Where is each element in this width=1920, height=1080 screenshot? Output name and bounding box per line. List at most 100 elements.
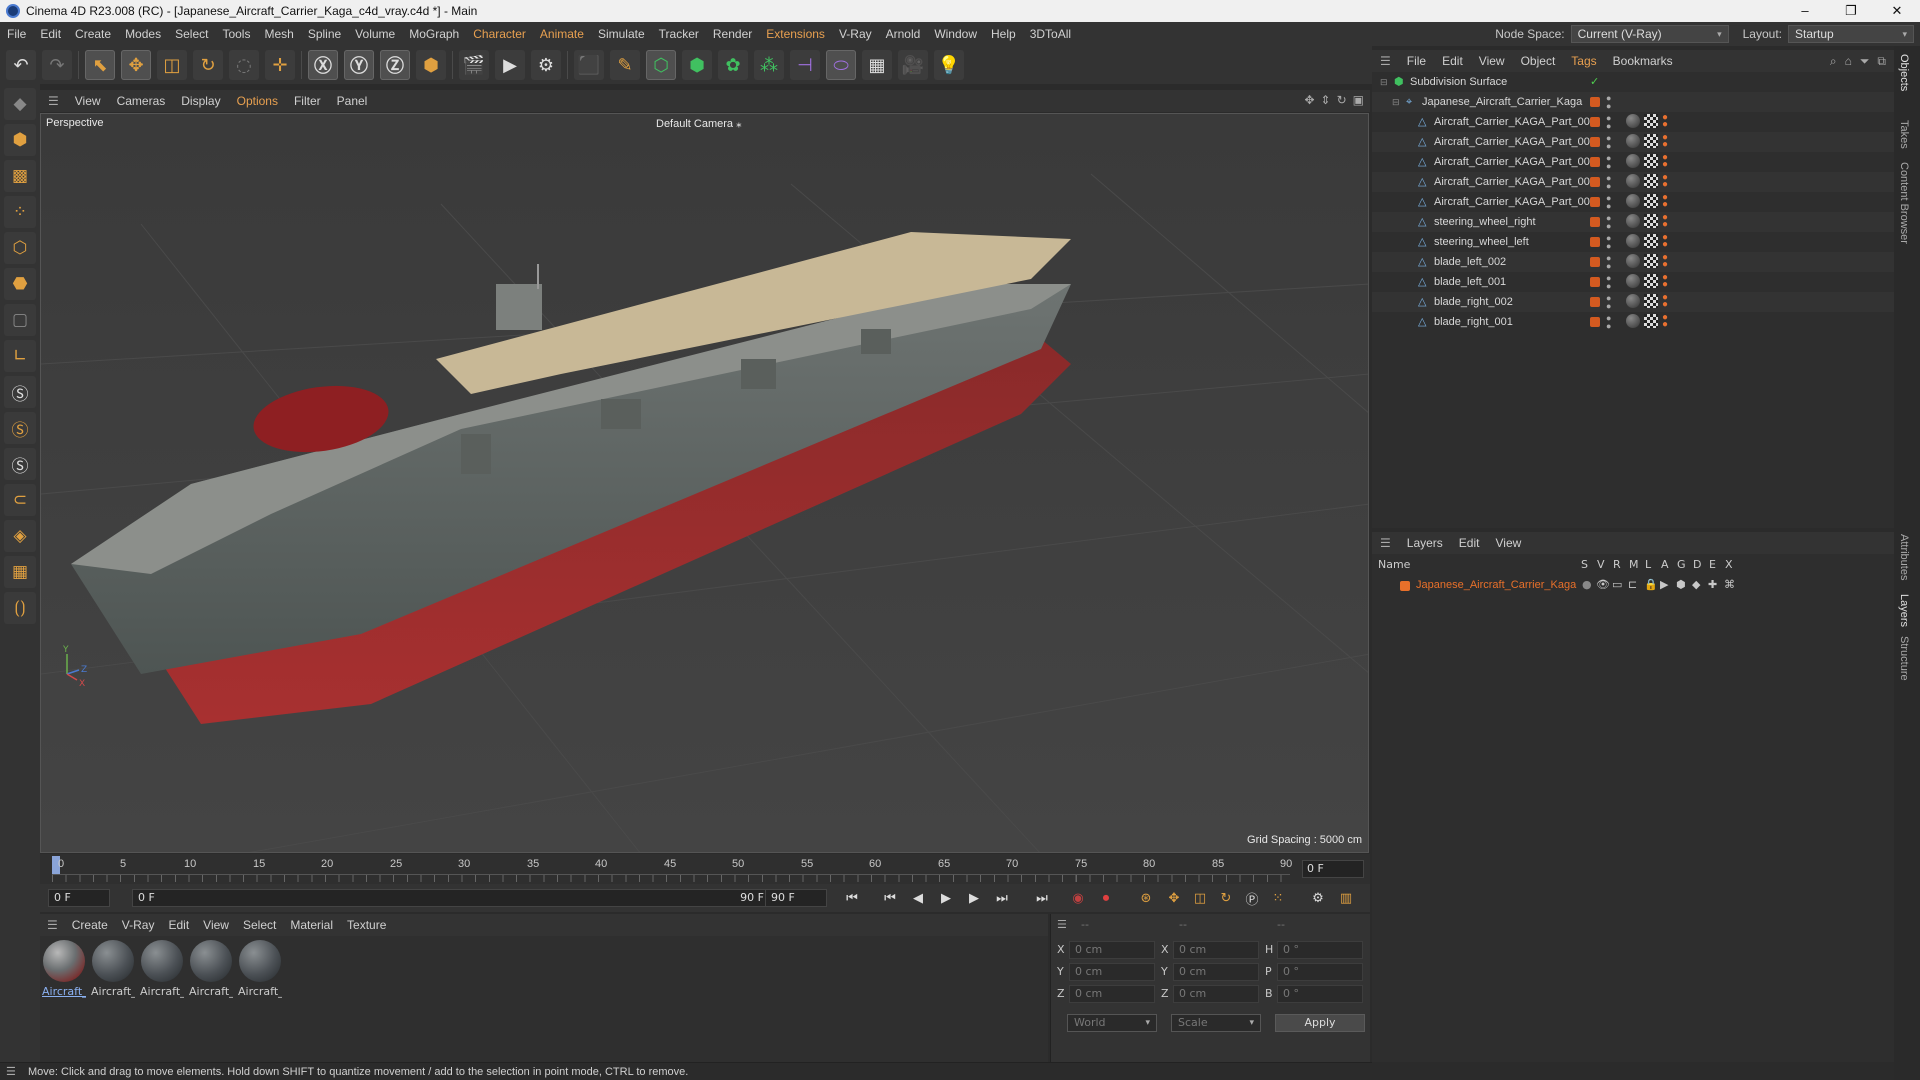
material-menu-texture[interactable]: Texture	[340, 918, 393, 932]
coordinate-system-icon[interactable]: ⬢	[416, 50, 446, 80]
menu-window[interactable]: Window	[927, 27, 984, 41]
material-tag-icon[interactable]	[1626, 234, 1640, 248]
previous-frame-icon[interactable]: ◀	[906, 887, 930, 909]
minimize-button[interactable]: –	[1782, 0, 1828, 22]
object-row[interactable]: △ Aircraft_Carrier_KAGA_Part_002 ● ● ● ●	[1372, 192, 1894, 212]
selection-tag-icon[interactable]: ● ●	[1662, 233, 1672, 250]
menu-tracker[interactable]: Tracker	[652, 27, 706, 41]
end-frame-field[interactable]: 90 F	[765, 889, 827, 907]
texture-tag-icon[interactable]	[1644, 214, 1658, 228]
rot-b-field[interactable]: 0 °	[1277, 985, 1363, 1003]
rot-h-field[interactable]: 0 °	[1277, 941, 1363, 959]
layer-color-tag[interactable]	[1590, 297, 1600, 307]
visibility-dots-icon[interactable]: ● ●	[1606, 134, 1611, 151]
om-menu-bookmarks[interactable]: Bookmarks	[1605, 54, 1681, 68]
menu-create[interactable]: Create	[68, 27, 118, 41]
material-tag-icon[interactable]	[1626, 134, 1640, 148]
enabled-check-icon[interactable]: ✓	[1590, 72, 1599, 92]
object-row[interactable]: △ steering_wheel_right ● ● ● ●	[1372, 212, 1894, 232]
tab-objects[interactable]: Objects	[1898, 54, 1910, 91]
menu-3dtoall[interactable]: 3DToAll	[1023, 27, 1078, 41]
viewport-menu-options[interactable]: Options	[229, 94, 286, 108]
workplane-icon[interactable]: ◈	[4, 520, 36, 552]
material-tag-icon[interactable]	[1626, 214, 1640, 228]
layer-color-tag[interactable]	[1590, 277, 1600, 287]
x-axis-icon[interactable]: Ⓧ	[308, 50, 338, 80]
material-menu-select[interactable]: Select	[236, 918, 283, 932]
material-tag-icon[interactable]	[1626, 294, 1640, 308]
om-menu-object[interactable]: Object	[1513, 54, 1564, 68]
snap-icon[interactable]: Ⓢ	[4, 376, 36, 408]
layer-color-tag[interactable]	[1590, 177, 1600, 187]
autokey-icon[interactable]: ⏺	[1094, 887, 1118, 909]
object-row[interactable]: △ blade_right_001 ● ● ● ●	[1372, 312, 1894, 332]
texture-tag-icon[interactable]	[1644, 254, 1658, 268]
hamburger-icon[interactable]: ☰	[1057, 918, 1067, 931]
layer-color-tag[interactable]	[1590, 97, 1600, 107]
visibility-dots-icon[interactable]: ● ●	[1606, 214, 1611, 231]
material-menu-view[interactable]: View	[196, 918, 236, 932]
size-z-field[interactable]: 0 cm	[1173, 985, 1259, 1003]
hamburger-icon[interactable]: ☰	[1372, 536, 1399, 550]
expressions-icon[interactable]: ✚	[1708, 578, 1717, 591]
material-swatch[interactable]: Aircraft_	[140, 940, 184, 998]
selection-tag-icon[interactable]: ● ●	[1662, 153, 1672, 170]
material-tag-icon[interactable]	[1626, 174, 1640, 188]
play-icon[interactable]: ▶	[934, 887, 958, 909]
layer-color-tag[interactable]	[1590, 137, 1600, 147]
menu-mograph[interactable]: MoGraph	[402, 27, 466, 41]
menu-modes[interactable]: Modes	[118, 27, 168, 41]
object-row[interactable]: ⊟ ⬢ Subdivision Surface ✓	[1372, 72, 1894, 92]
collapse-icon[interactable]: ⊟	[1392, 96, 1404, 108]
xref-icon[interactable]: ⌘	[1724, 578, 1735, 591]
key-position-icon[interactable]: ✥	[1162, 887, 1186, 909]
move-icon[interactable]: ✥	[121, 50, 151, 80]
snap-settings-icon[interactable]: Ⓢ	[4, 412, 36, 444]
viewport-menu-panel[interactable]: Panel	[329, 94, 376, 108]
tab-structure[interactable]: Structure	[1898, 636, 1910, 681]
menu-help[interactable]: Help	[984, 27, 1023, 41]
object-row[interactable]: △ blade_left_002 ● ● ● ●	[1372, 252, 1894, 272]
keyframe-selection-icon[interactable]: ⊛	[1134, 887, 1158, 909]
node-space-dropdown[interactable]: Current (V-Ray) ▾	[1570, 25, 1729, 43]
menu-arnold[interactable]: Arnold	[879, 27, 928, 41]
selection-tag-icon[interactable]: ● ●	[1662, 273, 1672, 290]
material-swatch[interactable]: Aircraft_	[189, 940, 233, 998]
visibility-dots-icon[interactable]: ● ●	[1606, 94, 1611, 111]
visibility-dots-icon[interactable]: ● ●	[1606, 154, 1611, 171]
om-menu-file[interactable]: File	[1399, 54, 1434, 68]
render-view-icon[interactable]: ▶	[495, 50, 525, 80]
redo-icon[interactable]: ↷	[42, 50, 72, 80]
cloner-icon[interactable]: ✿	[718, 50, 748, 80]
camera-icon[interactable]: 🎥	[898, 50, 928, 80]
array-icon[interactable]: ⁂	[754, 50, 784, 80]
timeline-ruler[interactable]	[52, 874, 1290, 882]
floor-icon[interactable]: ▦	[862, 50, 892, 80]
subdivision-icon[interactable]: ⬡	[646, 50, 676, 80]
close-button[interactable]: ✕	[1874, 0, 1920, 22]
field-icon[interactable]: ⬭	[826, 50, 856, 80]
layers-menu-edit[interactable]: Edit	[1451, 536, 1488, 550]
layer-color-tag[interactable]	[1590, 317, 1600, 327]
menu-edit[interactable]: Edit	[33, 27, 68, 41]
layer-color-tag[interactable]	[1590, 197, 1600, 207]
menu-file[interactable]: File	[0, 27, 33, 41]
material-swatch[interactable]: Aircraft_	[238, 940, 282, 998]
add-icon[interactable]: ✛	[265, 50, 295, 80]
visibility-dots-icon[interactable]: ● ●	[1606, 194, 1611, 211]
texture-tag-icon[interactable]	[1644, 174, 1658, 188]
object-row[interactable]: △ Aircraft_Carrier_KAGA_Part_001 ● ● ● ●	[1372, 112, 1894, 132]
material-tag-icon[interactable]	[1626, 194, 1640, 208]
tab-layers[interactable]: Layers	[1898, 594, 1910, 627]
tab-content-browser[interactable]: Content Browser	[1898, 162, 1910, 244]
texture-tag-icon[interactable]	[1644, 274, 1658, 288]
menu-animate[interactable]: Animate	[533, 27, 591, 41]
viewport-menu-filter[interactable]: Filter	[286, 94, 329, 108]
scale-dropdown[interactable]: Scale ▾	[1171, 1014, 1261, 1032]
symmetry-icon[interactable]: ⟮⟯	[4, 592, 36, 624]
hamburger-icon[interactable]: ☰	[40, 918, 65, 932]
material-tag-icon[interactable]	[1626, 154, 1640, 168]
om-menu-edit[interactable]: Edit	[1434, 54, 1471, 68]
key-scale-icon[interactable]: ◫	[1188, 887, 1212, 909]
texture-tag-icon[interactable]	[1644, 234, 1658, 248]
